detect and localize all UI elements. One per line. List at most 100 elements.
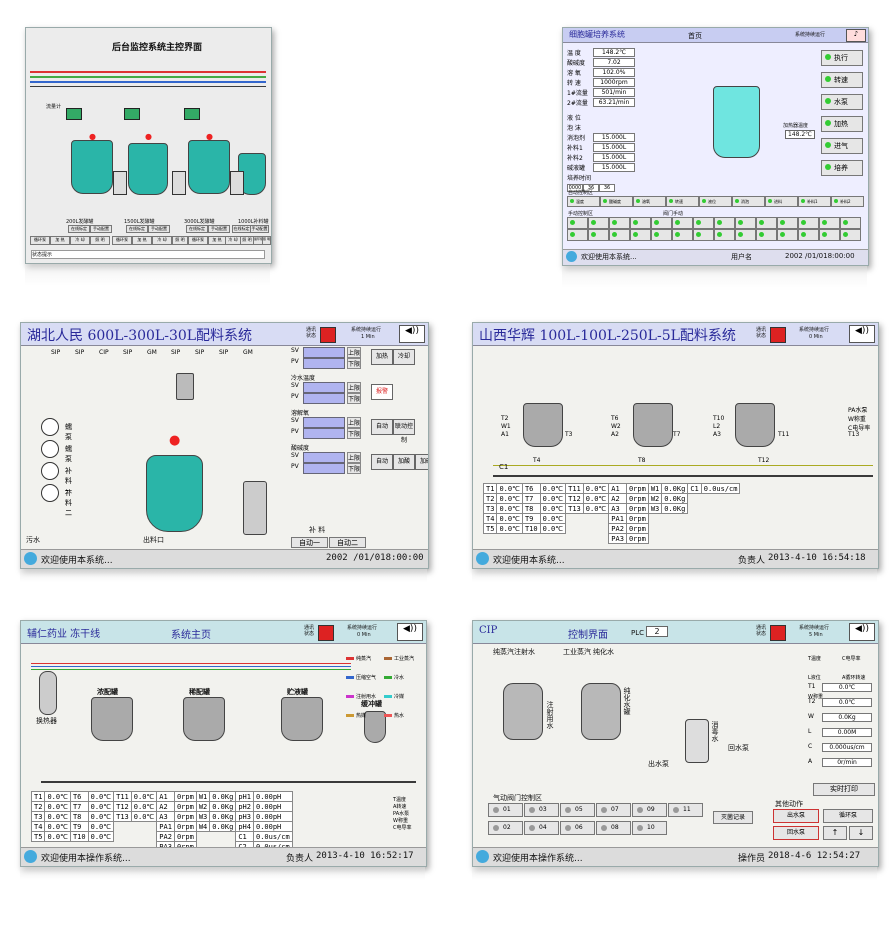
value-input[interactable] <box>303 358 345 369</box>
auto-toggle[interactable]: 液位 <box>699 196 732 207</box>
speaker-icon[interactable]: ◀)) <box>397 623 423 641</box>
auto-toggle[interactable]: 消泡 <box>732 196 765 207</box>
manual-toggle[interactable] <box>609 229 630 241</box>
manual-toggle[interactable] <box>651 217 672 229</box>
side-button[interactable]: 执行 <box>821 50 863 66</box>
manual-toggle[interactable] <box>693 229 714 241</box>
manual-toggle[interactable] <box>735 229 756 241</box>
option-manual-config[interactable]: 手动配置 <box>148 225 170 233</box>
value-input[interactable] <box>303 452 345 463</box>
valve-button[interactable]: 08 <box>596 821 631 835</box>
auto-toggle[interactable]: 温度 <box>567 196 600 207</box>
control-button[interactable]: 冷却 <box>393 349 415 365</box>
filter-icon[interactable] <box>172 171 186 195</box>
side-button[interactable]: 进气 <box>821 138 863 154</box>
side-button[interactable]: 转速 <box>821 72 863 88</box>
plc-value[interactable]: 2 <box>646 626 668 637</box>
valve-button[interactable]: 10 <box>632 821 667 835</box>
outlet-pump-button[interactable]: 出水泵 <box>773 809 819 823</box>
side-button[interactable]: 培养 <box>821 160 863 176</box>
manual-toggle[interactable] <box>672 229 693 241</box>
option-manual-config[interactable]: 手动配置 <box>250 225 269 233</box>
option-manual-config[interactable]: 手动配置 <box>90 225 112 233</box>
manual-toggle[interactable] <box>819 217 840 229</box>
speaker-icon[interactable]: ♪ <box>846 29 866 42</box>
speaker-icon[interactable]: ◀)) <box>399 325 425 343</box>
manual-toggle[interactable] <box>567 217 588 229</box>
print-button[interactable]: 实时打印 <box>813 783 875 796</box>
alarm-record-button[interactable]: 灭菌记录 <box>713 811 753 824</box>
manual-toggle[interactable] <box>777 217 798 229</box>
heat-button[interactable]: 加 热 <box>208 236 226 245</box>
light-button[interactable]: 照 明 <box>90 236 110 245</box>
manual-toggle[interactable] <box>840 229 861 241</box>
auto-toggle[interactable]: 转速 <box>666 196 699 207</box>
manual-toggle[interactable] <box>756 229 777 241</box>
circulation-pump-button[interactable]: 循环泵 <box>30 236 50 245</box>
option-online-calib[interactable]: 在线标定 <box>186 225 208 233</box>
manual-toggle[interactable] <box>693 217 714 229</box>
home-link[interactable]: 首页 <box>688 31 702 41</box>
manual-toggle[interactable] <box>672 217 693 229</box>
manual-toggle[interactable] <box>630 229 651 241</box>
light-button[interactable]: 照 明 <box>240 236 254 245</box>
auto-toggle[interactable]: 酸碱度 <box>600 196 633 207</box>
control-button[interactable]: 自动 <box>371 419 393 435</box>
side-button[interactable]: 加热 <box>821 116 863 132</box>
manual-toggle[interactable] <box>609 217 630 229</box>
heat-button[interactable]: 加 热 <box>132 236 152 245</box>
manual-toggle[interactable] <box>798 217 819 229</box>
auto-toggle[interactable]: 补料2 <box>831 196 864 207</box>
value-input[interactable] <box>303 393 345 404</box>
filter-icon[interactable] <box>113 171 127 195</box>
speaker-icon[interactable]: ◀)) <box>849 325 875 343</box>
manual-toggle[interactable] <box>651 229 672 241</box>
control-button[interactable]: 加热 <box>371 349 393 365</box>
manual-toggle[interactable] <box>819 229 840 241</box>
manual-toggle[interactable] <box>588 229 609 241</box>
light-button[interactable]: 照 明 <box>262 236 271 245</box>
manual-toggle[interactable] <box>567 229 588 241</box>
control-button[interactable]: 自动 <box>371 454 393 470</box>
light-button[interactable]: 照 明 <box>172 236 188 245</box>
manual-toggle[interactable] <box>798 229 819 241</box>
valve-button[interactable]: 07 <box>596 803 631 817</box>
heat-button[interactable]: 加 热 <box>50 236 70 245</box>
time-field[interactable]: 36 <box>599 184 615 192</box>
arrow-down-button[interactable]: ↓ <box>849 826 873 840</box>
manual-toggle[interactable] <box>840 217 861 229</box>
control-button[interactable]: 加碱 <box>415 454 428 470</box>
manual-toggle[interactable] <box>756 217 777 229</box>
manual-toggle[interactable] <box>630 217 651 229</box>
option-online-calib[interactable]: 在线标定 <box>232 225 251 233</box>
option-manual-config[interactable]: 手动配置 <box>208 225 230 233</box>
manual-toggle[interactable] <box>714 217 735 229</box>
manual-toggle[interactable] <box>735 217 756 229</box>
option-online-calib[interactable]: 在线标定 <box>126 225 148 233</box>
valve-button[interactable]: 09 <box>632 803 667 817</box>
valve-button[interactable]: 05 <box>560 803 595 817</box>
circulation-pump-button[interactable]: 循环泵 <box>188 236 208 245</box>
value-input[interactable] <box>303 428 345 439</box>
valve-button[interactable]: 11 <box>668 803 703 817</box>
circulation-pump-button[interactable]: 循环泵 <box>823 809 873 823</box>
auto-two-button[interactable]: 自动二 <box>329 537 366 548</box>
manual-toggle[interactable] <box>777 229 798 241</box>
cool-button[interactable]: 冷 却 <box>70 236 90 245</box>
valve-button[interactable]: 02 <box>488 821 523 835</box>
valve-button[interactable]: 06 <box>560 821 595 835</box>
filter-icon[interactable] <box>230 171 244 195</box>
cool-button[interactable]: 冷 却 <box>152 236 172 245</box>
option-online-calib[interactable]: 在线标定 <box>68 225 90 233</box>
circulation-pump-button[interactable]: 循环泵 <box>112 236 132 245</box>
auto-toggle[interactable]: 进料 <box>765 196 798 207</box>
auto-toggle[interactable]: 溶氧 <box>633 196 666 207</box>
valve-button[interactable]: 03 <box>524 803 559 817</box>
value-input[interactable] <box>303 347 345 358</box>
arrow-up-button[interactable]: ↑ <box>823 826 847 840</box>
manual-toggle[interactable] <box>588 217 609 229</box>
control-button[interactable]: 报警 <box>371 384 393 400</box>
value-input[interactable] <box>303 382 345 393</box>
value-input[interactable] <box>303 417 345 428</box>
control-button[interactable]: 加酸 <box>393 454 415 470</box>
